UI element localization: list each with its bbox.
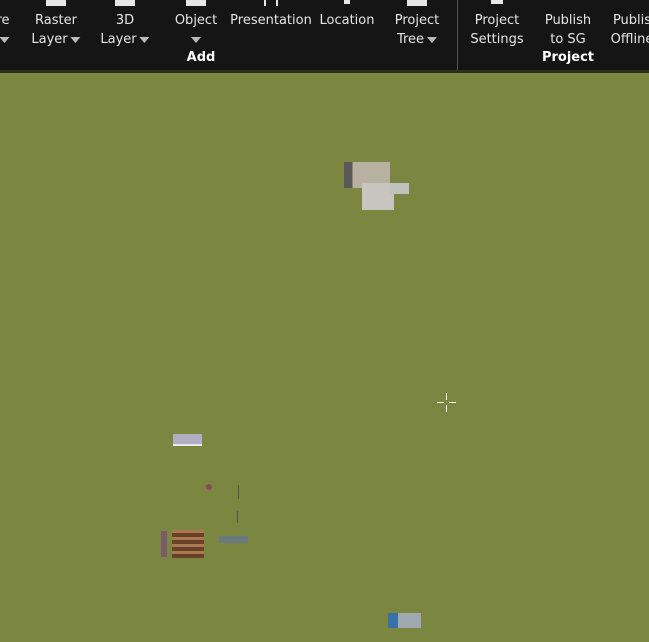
label2: [191, 30, 201, 49]
building: [173, 434, 202, 446]
location-icon: [344, 0, 350, 4]
presentation-icon: [264, 0, 278, 6]
building: [161, 531, 167, 557]
marker: [206, 484, 212, 490]
label: Raster: [35, 13, 77, 28]
raster-layer-button[interactable]: Raster Layer: [26, 0, 86, 52]
label: Offline: [610, 32, 649, 47]
label2: Layer: [100, 30, 150, 49]
label: 3D: [115, 13, 135, 28]
label: Publish: [544, 13, 592, 28]
chevron-down-icon: [0, 36, 10, 43]
label: Object: [174, 13, 218, 28]
label: Presentation: [230, 13, 312, 28]
gear-icon: [491, 0, 503, 4]
label: re: [0, 13, 10, 28]
label: Layer: [31, 32, 68, 47]
chevron-down-icon: [139, 36, 150, 43]
building: [388, 613, 421, 628]
3d-layer-icon: [115, 0, 135, 6]
label2: Tree: [396, 30, 438, 49]
group-divider: [457, 0, 458, 70]
post: [237, 511, 238, 523]
group-label-add: Add: [186, 50, 216, 65]
project-settings-button[interactable]: Project Settings: [467, 0, 527, 52]
3d-viewport[interactable]: [0, 73, 649, 642]
object-button[interactable]: Object: [166, 0, 226, 52]
chevron-down-icon: [427, 36, 438, 43]
presentation-button[interactable]: Presentation: [230, 0, 312, 52]
label: Tree: [396, 32, 425, 47]
label: to SG: [550, 32, 586, 47]
project-tree-button[interactable]: Project Tree: [387, 0, 447, 52]
post: [238, 485, 239, 499]
label: Location: [319, 13, 375, 28]
building: [172, 530, 204, 558]
label2: Layer: [31, 30, 81, 49]
location-button[interactable]: Location: [317, 0, 377, 52]
building: [219, 536, 248, 543]
label: Project: [394, 13, 440, 28]
building-cluster: [390, 183, 409, 194]
chevron-down-icon: [70, 36, 81, 43]
object-icon: [186, 0, 206, 6]
3d-layer-button[interactable]: 3D Layer: [95, 0, 155, 52]
label: Layer: [100, 32, 137, 47]
group-label-project: Project: [541, 50, 595, 65]
publish-offline-button[interactable]: Publis Offline: [607, 0, 649, 52]
label: Settings: [470, 32, 524, 47]
project-tree-icon: [407, 0, 427, 6]
chevron-down-icon: [191, 36, 201, 43]
label: Project: [474, 13, 520, 28]
label: Publis: [612, 13, 649, 28]
caret: [0, 30, 10, 49]
publish-to-sg-button[interactable]: Publish to SG: [538, 0, 598, 52]
ribbon-toolbar: re Raster Layer 3D Layer Object Presentati…: [0, 0, 649, 73]
raster-layer-icon: [46, 0, 66, 6]
crosshair-icon: [437, 393, 456, 412]
